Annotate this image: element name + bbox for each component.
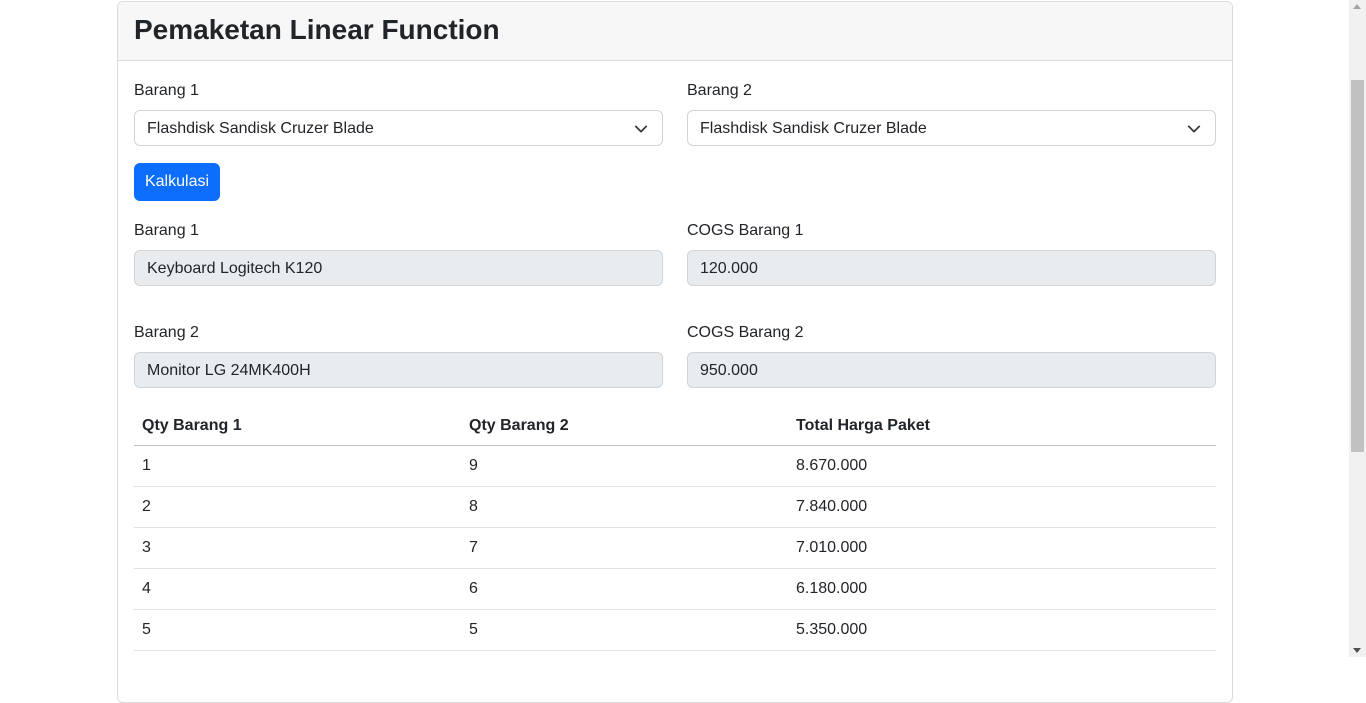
select-barang-1-label: Barang 1 <box>134 82 199 99</box>
result-barang-2-value: Monitor LG 24MK400H <box>147 362 311 379</box>
select-barang-2[interactable]: Flashdisk Sandisk Cruzer Blade <box>687 110 1216 146</box>
select-barang-1-value: Flashdisk Sandisk Cruzer Blade <box>147 120 374 137</box>
cogs-barang-1-label: COGS Barang 1 <box>687 222 804 239</box>
result-barang-2-field[interactable]: Monitor LG 24MK400H <box>134 352 663 388</box>
scroll-down-arrow-icon[interactable] <box>1353 648 1361 653</box>
scrollbar-thumb[interactable] <box>1351 80 1364 452</box>
package-table: Qty Barang 1 Qty Barang 2 Total Harga Pa… <box>134 407 1216 651</box>
column-header-qty-1: Qty Barang 1 <box>134 407 461 446</box>
result-barang-2-label: Barang 2 <box>134 324 199 341</box>
main-card: Pemaketan Linear Function Barang 1 Flash… <box>117 1 1233 703</box>
select-barang-2-label: Barang 2 <box>687 82 752 99</box>
cell-qty-1: 4 <box>134 568 461 610</box>
select-barang-2-value: Flashdisk Sandisk Cruzer Blade <box>700 120 927 137</box>
result-barang-1-value: Keyboard Logitech K120 <box>147 260 323 277</box>
cell-qty-1: 5 <box>134 609 461 651</box>
cell-qty-2: 5 <box>461 609 788 651</box>
result-barang-1-field[interactable]: Keyboard Logitech K120 <box>134 250 663 286</box>
cell-total: 6.180.000 <box>788 568 1216 610</box>
select-barang-1[interactable]: Flashdisk Sandisk Cruzer Blade <box>134 110 663 146</box>
cell-qty-2: 9 <box>461 445 788 487</box>
table-row: 2 8 7.840.000 <box>134 486 1216 528</box>
cogs-barang-2-value: 950.000 <box>700 362 758 379</box>
table-row: 3 7 7.010.000 <box>134 527 1216 569</box>
table-row: 4 6 6.180.000 <box>134 568 1216 610</box>
cell-qty-2: 6 <box>461 568 788 610</box>
cogs-barang-2-label: COGS Barang 2 <box>687 324 804 341</box>
cell-total: 5.350.000 <box>788 609 1216 651</box>
cell-qty-1: 3 <box>134 527 461 569</box>
cell-qty-2: 7 <box>461 527 788 569</box>
table-header-row: Qty Barang 1 Qty Barang 2 Total Harga Pa… <box>134 407 1216 446</box>
cell-qty-1: 1 <box>134 445 461 487</box>
table-row: 1 9 8.670.000 <box>134 445 1216 487</box>
scroll-up-arrow-icon[interactable] <box>1353 4 1361 9</box>
cell-total: 7.010.000 <box>788 527 1216 569</box>
cogs-barang-2-field[interactable]: 950.000 <box>687 352 1216 388</box>
column-header-qty-2: Qty Barang 2 <box>461 407 788 446</box>
cell-total: 7.840.000 <box>788 486 1216 528</box>
cogs-barang-1-field[interactable]: 120.000 <box>687 250 1216 286</box>
card-header: Pemaketan Linear Function <box>118 2 1232 61</box>
column-header-total: Total Harga Paket <box>788 407 1216 446</box>
cell-total: 8.670.000 <box>788 445 1216 487</box>
page-scrollbar[interactable] <box>1349 0 1366 657</box>
cell-qty-1: 2 <box>134 486 461 528</box>
table-row: 5 5 5.350.000 <box>134 609 1216 651</box>
kalkulasi-button[interactable]: Kalkulasi <box>134 163 220 201</box>
page-title: Pemaketan Linear Function <box>134 14 500 45</box>
chevron-down-icon <box>634 125 648 133</box>
cell-qty-2: 8 <box>461 486 788 528</box>
result-barang-1-label: Barang 1 <box>134 222 199 239</box>
chevron-down-icon <box>1187 125 1201 133</box>
cogs-barang-1-value: 120.000 <box>700 260 758 277</box>
